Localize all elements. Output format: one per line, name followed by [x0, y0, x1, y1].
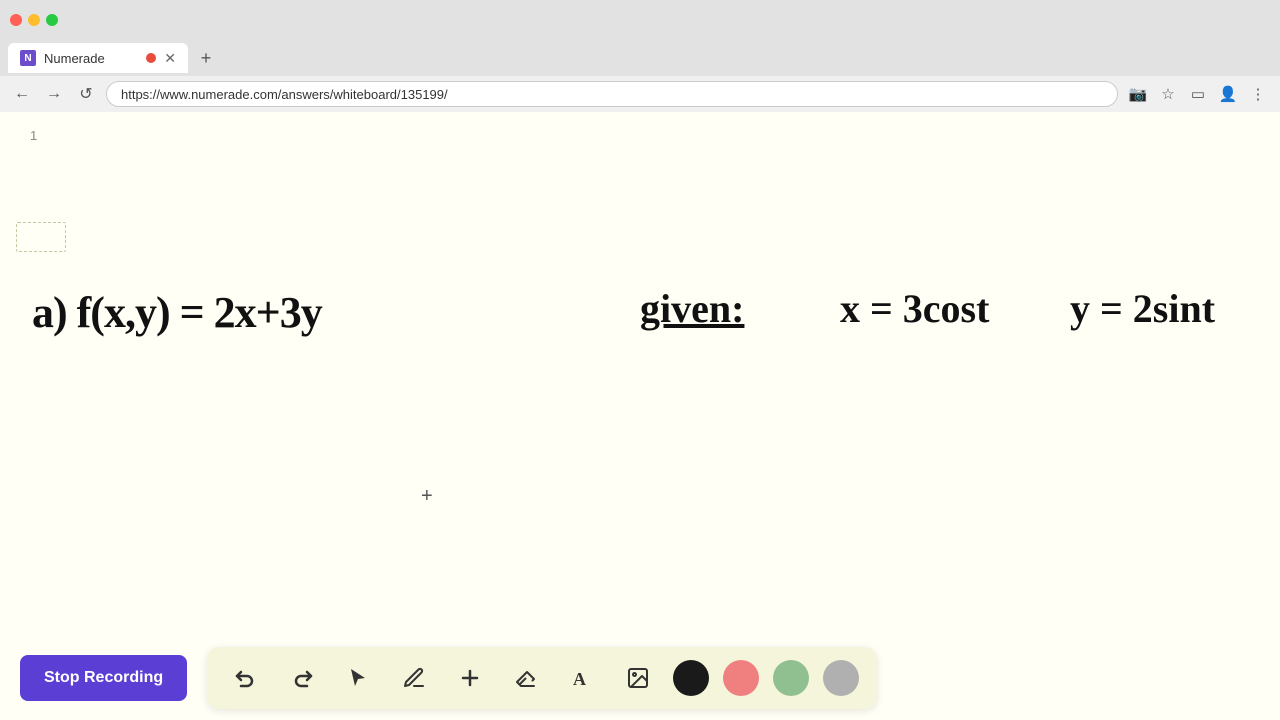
color-black-button[interactable] — [673, 660, 709, 696]
add-element-button[interactable] — [449, 657, 491, 699]
pen-tool-button[interactable] — [393, 657, 435, 699]
menu-icon[interactable]: ⋮ — [1246, 82, 1270, 106]
redo-button[interactable] — [281, 657, 323, 699]
camera-icon[interactable]: 📷 — [1126, 82, 1150, 106]
color-gray-button[interactable] — [823, 660, 859, 696]
svg-text:A: A — [573, 669, 586, 689]
tab-bar: N Numerade ✕ + — [0, 40, 1280, 76]
text-tool-button[interactable]: A — [561, 657, 603, 699]
math-content: a) f(x,y) = 2x+3y given: x = 3cost y = 2… — [0, 112, 1280, 720]
stop-recording-button[interactable]: Stop Recording — [20, 655, 187, 701]
minimize-button[interactable] — [28, 14, 40, 26]
browser-chrome: N Numerade ✕ + ← → ↺ https://www.numerad… — [0, 0, 1280, 112]
svg-text:given:: given: — [640, 286, 744, 331]
forward-button[interactable]: → — [42, 82, 66, 106]
profile-icon[interactable]: 👤 — [1216, 82, 1240, 106]
select-tool-button[interactable] — [337, 657, 379, 699]
traffic-lights — [10, 14, 58, 26]
url-text: https://www.numerade.com/answers/whitebo… — [121, 87, 448, 102]
tab-close-button[interactable]: ✕ — [164, 51, 176, 65]
svg-text:x = 3cost: x = 3cost — [840, 286, 990, 331]
bottom-toolbar: Stop Recording — [0, 635, 1280, 720]
undo-button[interactable] — [225, 657, 267, 699]
eraser-tool-button[interactable] — [505, 657, 547, 699]
color-green-button[interactable] — [773, 660, 809, 696]
browser-actions: 📷 ☆ ▭ 👤 ⋮ — [1126, 82, 1270, 106]
url-bar[interactable]: https://www.numerade.com/answers/whitebo… — [106, 81, 1118, 107]
back-button[interactable]: ← — [10, 82, 34, 106]
reload-button[interactable]: ↺ — [74, 82, 98, 106]
drawing-toolbar: A — [207, 647, 877, 709]
svg-text:y = 2sint: y = 2sint — [1070, 286, 1216, 331]
close-button[interactable] — [10, 14, 22, 26]
new-tab-button[interactable]: + — [192, 44, 220, 72]
tab-title: Numerade — [44, 51, 138, 66]
bookmark-icon[interactable]: ☆ — [1156, 82, 1180, 106]
whiteboard[interactable]: 1 a) f(x,y) = 2x+3y given: x = 3cost y =… — [0, 112, 1280, 720]
tab-favicon: N — [20, 50, 36, 66]
maximize-button[interactable] — [46, 14, 58, 26]
svg-text:a) f(x,y) = 2x+3y: a) f(x,y) = 2x+3y — [32, 288, 323, 337]
color-pink-button[interactable] — [723, 660, 759, 696]
address-bar-row: ← → ↺ https://www.numerade.com/answers/w… — [0, 76, 1280, 112]
title-bar — [0, 0, 1280, 40]
formula-left-svg: a) f(x,y) = 2x+3y — [22, 267, 382, 347]
image-tool-button[interactable] — [617, 657, 659, 699]
cast-icon[interactable]: ▭ — [1186, 82, 1210, 106]
recording-indicator — [146, 53, 156, 63]
formula-right-svg: given: x = 3cost y = 2sint — [640, 264, 1260, 344]
browser-tab[interactable]: N Numerade ✕ — [8, 43, 188, 73]
